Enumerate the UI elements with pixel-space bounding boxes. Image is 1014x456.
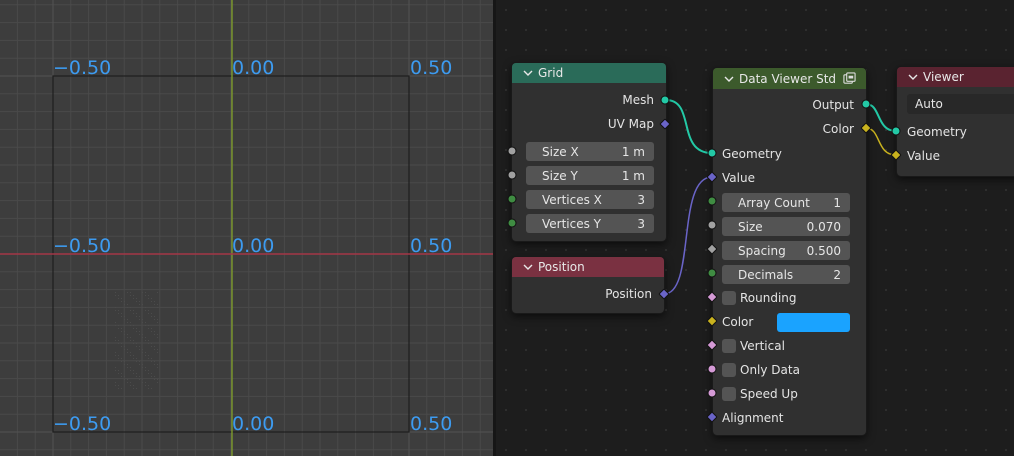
viewport-label: 0.00 xyxy=(232,57,275,79)
only-data-checkbox[interactable] xyxy=(722,363,736,377)
field-label: Vertices Y xyxy=(542,216,602,231)
rounding-checkbox[interactable] xyxy=(722,291,736,305)
socket-decimals-input[interactable] xyxy=(707,268,717,278)
grid-node[interactable]: Grid Mesh UV Map Size X 1 m Size Y 1 m V… xyxy=(511,62,667,242)
field-value: 0.500 xyxy=(806,243,841,258)
socket-output-output[interactable] xyxy=(861,99,871,109)
socket-vertices-x-input[interactable] xyxy=(507,194,517,204)
viewport-label: 0.50 xyxy=(410,57,453,79)
data-viewer-node-title: Data Viewer Std xyxy=(739,71,837,86)
chevron-down-icon[interactable] xyxy=(907,71,919,83)
grid-node-title: Grid xyxy=(538,66,564,80)
chevron-down-icon[interactable] xyxy=(723,73,735,85)
field-label: Size X xyxy=(542,144,579,159)
viewport-label: −0.50 xyxy=(53,57,112,79)
field-label: Size xyxy=(738,219,763,234)
field-value: 1 xyxy=(833,195,841,210)
vertices-y-field[interactable]: Vertices Y 3 xyxy=(526,214,654,233)
field-label: Array Count xyxy=(738,195,810,210)
data-viewer-node-header[interactable]: Data Viewer Std xyxy=(713,68,866,89)
viewport-label: 0.00 xyxy=(232,413,275,435)
spacing-field[interactable]: Spacing 0.500 xyxy=(722,241,850,260)
only-data-label: Only Data xyxy=(740,363,800,377)
chevron-down-icon[interactable] xyxy=(522,261,534,273)
input-label-value: Value xyxy=(907,149,940,163)
color-input-label: Color xyxy=(722,315,754,329)
output-label-output: Output xyxy=(812,98,854,112)
viewer-node-header[interactable]: Viewer xyxy=(897,67,1014,87)
field-value: 1 m xyxy=(621,144,645,159)
output-label-color: Color xyxy=(822,122,854,136)
viewport-label: −0.50 xyxy=(53,235,112,257)
socket-size-x-input[interactable] xyxy=(507,146,517,156)
field-value: 0.070 xyxy=(806,219,841,234)
field-label: Size Y xyxy=(542,168,578,183)
viewport-label: 0.50 xyxy=(410,413,453,435)
field-value: 3 xyxy=(637,216,645,231)
socket-array-count-input[interactable] xyxy=(707,196,717,206)
viewer-node[interactable]: Viewer Auto Geometry Value xyxy=(896,66,1014,177)
output-label-position: Position xyxy=(605,287,652,301)
vertical-checkbox[interactable] xyxy=(722,339,736,353)
node-editor[interactable]: Grid Mesh UV Map Size X 1 m Size Y 1 m V… xyxy=(496,0,1014,456)
vertical-label: Vertical xyxy=(740,339,785,353)
size-y-field[interactable]: Size Y 1 m xyxy=(526,166,654,185)
array-count-field[interactable]: Array Count 1 xyxy=(722,193,850,212)
input-label-value: Value xyxy=(722,171,755,185)
input-label-geometry: Geometry xyxy=(907,125,967,139)
decimals-field[interactable]: Decimals 2 xyxy=(722,265,850,284)
chevron-down-icon[interactable] xyxy=(522,67,534,79)
socket-viewer-geometry-input[interactable] xyxy=(891,126,901,136)
input-label-geometry: Geometry xyxy=(722,147,782,161)
socket-vertices-y-input[interactable] xyxy=(507,218,517,228)
field-label: Decimals xyxy=(738,267,794,282)
socket-size-y-input[interactable] xyxy=(507,170,517,180)
position-node-title: Position xyxy=(538,260,585,274)
speed-up-checkbox[interactable] xyxy=(722,387,736,401)
output-label-mesh: Mesh xyxy=(622,93,654,107)
viewport-label: −0.50 xyxy=(53,413,112,435)
dropdown-value: Auto xyxy=(915,97,943,111)
field-value: 3 xyxy=(637,192,645,207)
socket-size-input[interactable] xyxy=(707,220,717,230)
socket-geometry-input[interactable] xyxy=(707,148,717,158)
viewer-node-title: Viewer xyxy=(923,70,964,84)
data-viewer-node[interactable]: Data Viewer Std Output Color Geometry Va… xyxy=(712,67,867,436)
link-mesh-geometry xyxy=(665,99,713,154)
socket-only-data-input[interactable] xyxy=(707,364,717,374)
socket-mesh-output[interactable] xyxy=(660,95,670,105)
field-value: 2 xyxy=(833,267,841,282)
position-node-header[interactable]: Position xyxy=(512,257,664,277)
size-field[interactable]: Size 0.070 xyxy=(722,217,850,236)
link-position-value xyxy=(663,176,713,295)
viewport-3d[interactable]: −0.50 0.00 0.50 −0.50 0.00 0.50 −0.50 0.… xyxy=(0,0,493,456)
field-value: 1 m xyxy=(621,168,645,183)
output-label-uv-map: UV Map xyxy=(607,117,654,131)
viewport-label: 0.50 xyxy=(410,235,453,257)
alignment-label: Alignment xyxy=(722,411,784,425)
domain-dropdown[interactable]: Auto xyxy=(907,94,1014,114)
color-swatch[interactable] xyxy=(777,313,850,332)
node-group-icon[interactable] xyxy=(843,72,856,85)
socket-speed-up-input[interactable] xyxy=(707,388,717,398)
vertices-x-field[interactable]: Vertices X 3 xyxy=(526,190,654,209)
field-label: Vertices X xyxy=(542,192,602,207)
speed-up-label: Speed Up xyxy=(740,387,798,401)
rounding-label: Rounding xyxy=(740,291,797,305)
grid-node-header[interactable]: Grid xyxy=(512,63,666,83)
viewport-label: 0.00 xyxy=(232,235,275,257)
position-node[interactable]: Position Position xyxy=(511,256,665,314)
size-x-field[interactable]: Size X 1 m xyxy=(526,142,654,161)
field-label: Spacing xyxy=(738,243,786,258)
